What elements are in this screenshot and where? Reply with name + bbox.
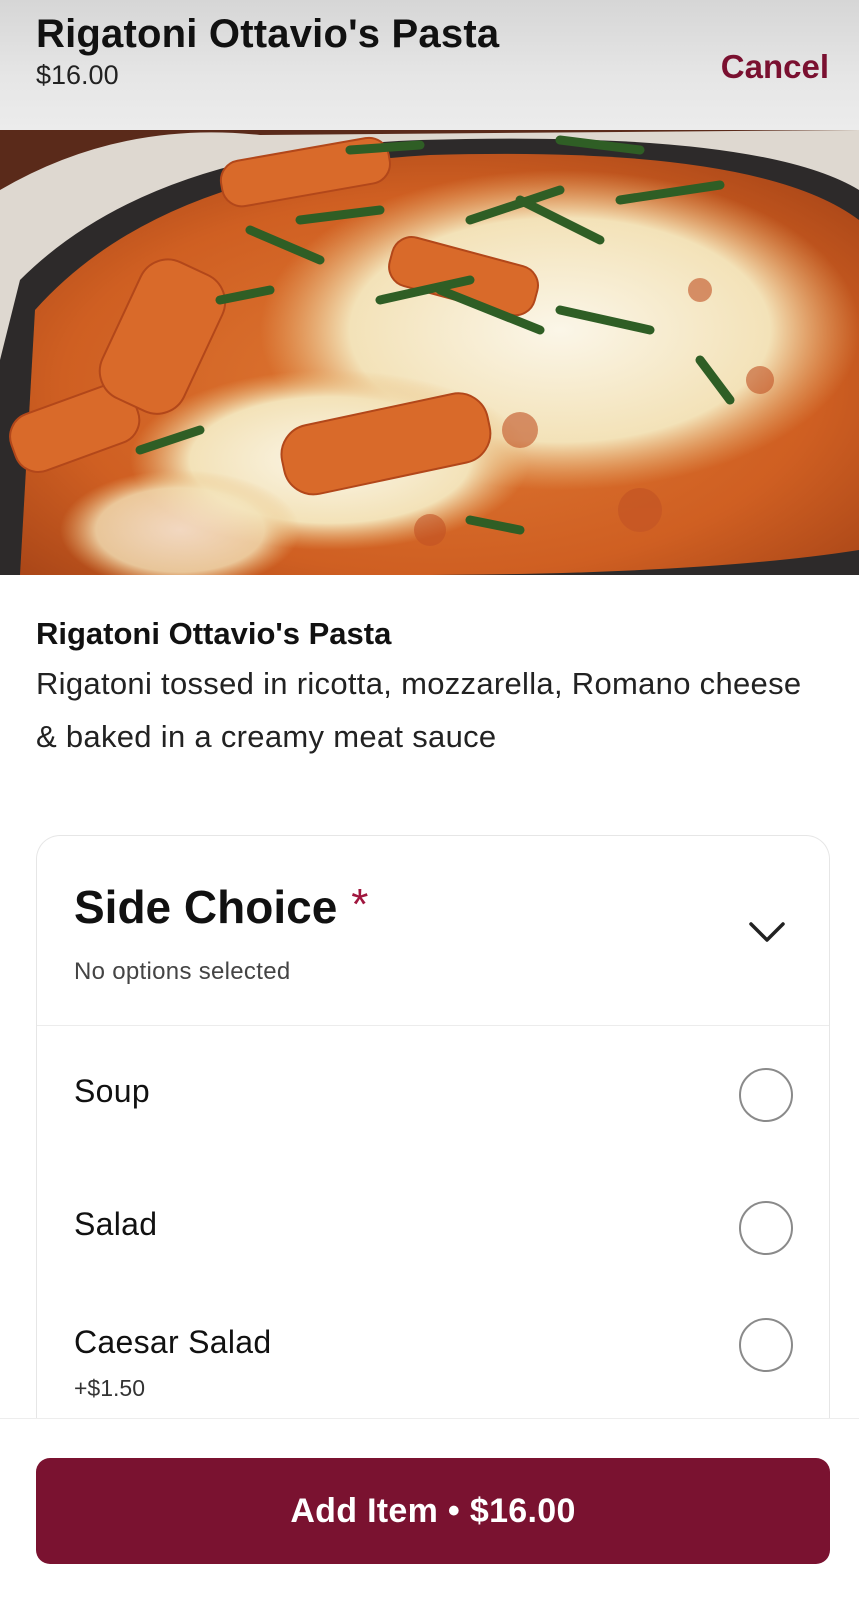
- pasta-photo-illustration: [0, 130, 859, 575]
- item-photo: [0, 130, 859, 575]
- radio-button[interactable]: [739, 1201, 793, 1255]
- option-soup[interactable]: Soup: [37, 1026, 829, 1159]
- cancel-button[interactable]: Cancel: [721, 48, 829, 86]
- add-item-button[interactable]: Add Item • $16.00: [36, 1458, 830, 1564]
- item-header: Rigatoni Ottavio's Pasta $16.00 Cancel: [0, 0, 859, 130]
- item-name: Rigatoni Ottavio's Pasta: [36, 616, 392, 651]
- item-description: Rigatoni tossed in ricotta, mozzarella, …: [36, 666, 802, 754]
- required-asterisk: *: [351, 880, 369, 929]
- header-title: Rigatoni Ottavio's Pasta: [36, 12, 500, 56]
- option-caesar-salad[interactable]: Caesar Salad +$1.50: [37, 1292, 829, 1425]
- side-choice-header[interactable]: Side Choice * No options selected: [37, 836, 829, 1026]
- option-label: Salad: [74, 1206, 158, 1242]
- option-label: Soup: [74, 1073, 150, 1109]
- chevron-down-icon[interactable]: [747, 920, 787, 944]
- side-choice-title: Side Choice *: [74, 880, 369, 933]
- option-price: +$1.50: [74, 1375, 145, 1401]
- radio-button[interactable]: [739, 1068, 793, 1122]
- side-choice-card: Side Choice * No options selected Soup Sa…: [36, 835, 830, 1475]
- header-price: $16.00: [36, 60, 119, 90]
- radio-button[interactable]: [739, 1318, 793, 1372]
- option-salad[interactable]: Salad: [37, 1159, 829, 1292]
- option-label: Caesar Salad: [74, 1324, 272, 1360]
- side-choice-status: No options selected: [74, 958, 291, 985]
- footer-bar: Add Item • $16.00: [0, 1418, 859, 1600]
